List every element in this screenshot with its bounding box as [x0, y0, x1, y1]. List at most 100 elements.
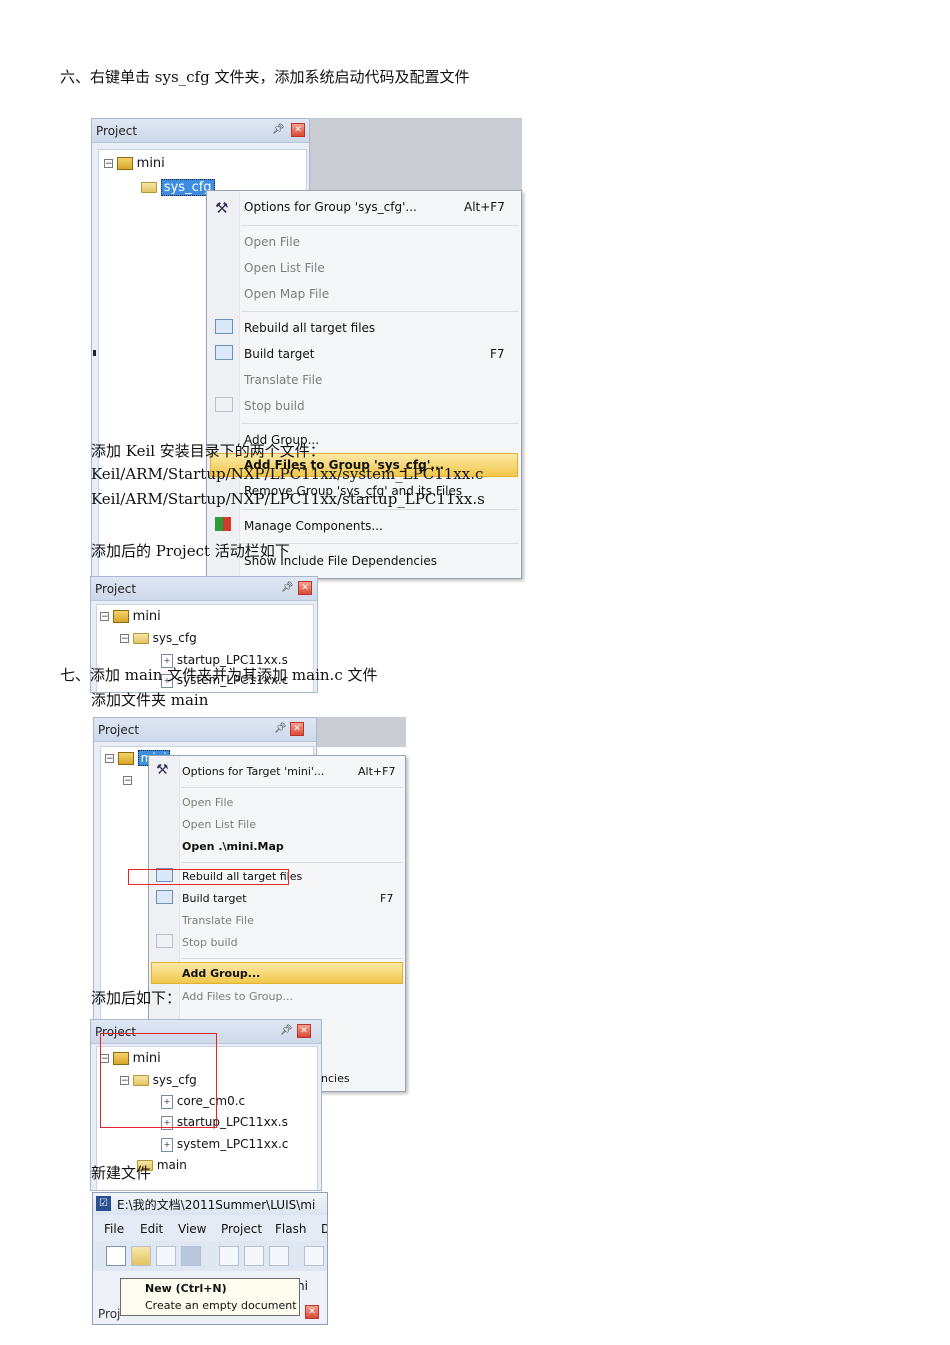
section-7-heading: 七、添加 main 文件夹并为其添加 main.c 文件	[60, 666, 378, 684]
menu-open-list-file[interactable]: Open List File	[182, 818, 256, 831]
separator	[181, 958, 403, 959]
pin-icon[interactable]: 📌︎	[272, 124, 285, 135]
close-icon[interactable]: ✕	[298, 581, 312, 595]
menu-translate-file[interactable]: Translate File	[244, 373, 322, 387]
menu-build-target[interactable]: Build target	[182, 892, 247, 905]
menu-stop-build[interactable]: Stop build	[244, 399, 305, 413]
menu-flash[interactable]: Flash	[275, 1222, 306, 1236]
shortcut-alt-f7: Alt+F7	[358, 765, 396, 778]
project-icon	[117, 752, 134, 765]
pin-icon[interactable]: 📌︎	[281, 582, 294, 593]
after-label: 添加后如下：	[91, 989, 182, 1007]
paste-icon[interactable]	[269, 1246, 289, 1266]
app-icon: ☑	[96, 1196, 111, 1211]
pin-icon[interactable]: 📌︎	[274, 723, 287, 734]
menu-manage-components[interactable]: Manage Components...	[244, 519, 383, 533]
folder-icon	[132, 633, 149, 644]
menu-file[interactable]: File	[104, 1222, 124, 1236]
open-folder-icon[interactable]	[131, 1246, 151, 1266]
panel-title-text: Project	[95, 582, 137, 596]
tree-root[interactable]: − mini	[100, 609, 161, 624]
menu-dependencies-partial[interactable]: ncies	[321, 1072, 350, 1085]
tooltip-description: Create an empty document	[145, 1299, 297, 1312]
menu-view[interactable]: View	[178, 1222, 206, 1236]
menu-open-map-file[interactable]: Open Map File	[244, 287, 329, 301]
collapse-icon[interactable]: −	[105, 754, 114, 764]
rebuild-icon	[215, 319, 233, 334]
tree-folder-sys-cfg[interactable]: − sys_cfg	[120, 631, 197, 645]
new-file-label: 新建文件	[91, 1164, 152, 1182]
menu-open-map[interactable]: Open .\mini.Map	[182, 840, 284, 853]
separator	[241, 225, 519, 226]
separator	[241, 509, 519, 510]
root-label: mini	[136, 156, 165, 171]
menu-rebuild-all[interactable]: Rebuild all target files	[244, 321, 375, 335]
menu-options-for-group[interactable]: Options for Group 'sys_cfg'...	[244, 200, 417, 214]
panel-title-text: Project	[96, 124, 138, 138]
menu-stop-build[interactable]: Stop build	[182, 936, 238, 949]
pin-icon[interactable]: 📌︎	[280, 1025, 293, 1036]
close-icon[interactable]: ✕	[290, 722, 304, 736]
tree-folder[interactable]: −	[123, 773, 132, 787]
menu-add-files-to-group[interactable]: Add Files to Group...	[182, 990, 293, 1003]
screenshot-ide-toolbar: ☑ E:\我的文档\2011Summer\LUIS\mi File Edit V…	[92, 1192, 328, 1325]
collapse-icon[interactable]: −	[120, 634, 129, 644]
toolbar	[93, 1241, 327, 1271]
section-6-heading: 六、右键单击 sys_cfg 文件夹，添加系统启动代码及配置文件	[60, 68, 470, 86]
cut-icon[interactable]	[219, 1246, 239, 1266]
close-icon[interactable]: ✕	[291, 123, 305, 137]
separator	[181, 787, 403, 788]
folder-label: main	[156, 1158, 187, 1172]
collapse-icon[interactable]: −	[123, 776, 132, 786]
red-highlight-box	[128, 869, 289, 885]
separator	[181, 862, 403, 863]
red-highlight-box	[100, 1033, 217, 1128]
menu-bar: File Edit View Project Flash D	[93, 1215, 327, 1241]
note-line-3: Keil/ARM/Startup/NXP/LPC11xx/startup_LPC…	[91, 490, 485, 508]
new-file-icon[interactable]	[106, 1246, 126, 1266]
save-all-icon[interactable]	[181, 1246, 201, 1266]
separator	[241, 423, 519, 424]
marker	[93, 350, 96, 356]
tree-folder-sys-cfg[interactable]: sys_cfg	[141, 179, 215, 196]
separator	[241, 311, 519, 312]
folder-label: sys_cfg	[152, 631, 197, 645]
tree-root[interactable]: − mini	[104, 156, 165, 171]
background-area	[315, 717, 406, 747]
build-icon	[156, 890, 173, 904]
project-icon	[112, 610, 129, 623]
menu-options-for-target[interactable]: Options for Target 'mini'...	[182, 765, 324, 778]
menu-build-target[interactable]: Build target	[244, 347, 314, 361]
undo-icon[interactable]	[304, 1246, 324, 1266]
note-line-2: Keil/ARM/Startup/NXP/LPC11xx/system_LPC1…	[91, 465, 484, 483]
panel-title-partial: Proj	[98, 1307, 121, 1321]
collapse-icon[interactable]: −	[100, 612, 109, 622]
file-label: system_LPC11xx.c	[176, 1137, 289, 1151]
menu-add-group[interactable]: Add Group...	[182, 967, 260, 980]
tooltip: New (Ctrl+N) Create an empty document	[120, 1278, 300, 1316]
menu-translate-file[interactable]: Translate File	[182, 914, 254, 927]
stop-build-icon	[156, 934, 173, 948]
title-bar: ☑ E:\我的文档\2011Summer\LUIS\mi	[93, 1193, 327, 1215]
save-icon[interactable]	[156, 1246, 176, 1266]
menu-open-file[interactable]: Open File	[182, 796, 233, 809]
project-icon	[116, 157, 133, 170]
menu-debug-partial[interactable]: D	[321, 1222, 327, 1236]
tree-file[interactable]: + system_LPC11xx.c	[161, 1137, 288, 1152]
shortcut-f7: F7	[490, 347, 505, 361]
options-icon: ⚒	[156, 762, 169, 778]
collapse-icon[interactable]: −	[104, 159, 113, 169]
close-icon[interactable]: ✕	[297, 1024, 311, 1038]
copy-icon[interactable]	[244, 1246, 264, 1266]
context-menu: ⚒ Options for Group 'sys_cfg'... Alt+F7 …	[206, 190, 522, 579]
file-icon: +	[161, 1137, 173, 1152]
menu-project[interactable]: Project	[221, 1222, 262, 1236]
menu-edit[interactable]: Edit	[140, 1222, 163, 1236]
menu-open-file[interactable]: Open File	[244, 235, 300, 249]
note-after: 添加后的 Project 活动栏如下	[91, 542, 290, 560]
close-icon[interactable]: ✕	[305, 1305, 319, 1319]
build-icon	[215, 345, 233, 360]
menu-open-list-file[interactable]: Open List File	[244, 261, 325, 275]
shortcut-alt-f7: Alt+F7	[464, 200, 505, 214]
options-icon: ⚒	[215, 199, 229, 217]
